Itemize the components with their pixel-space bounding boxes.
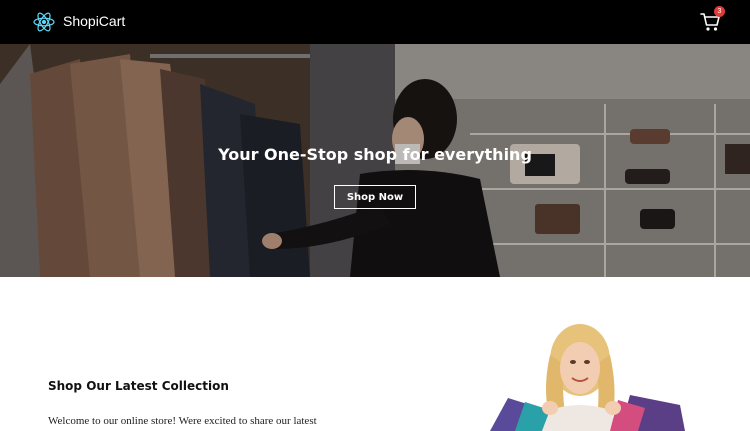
react-logo-icon[interactable] xyxy=(33,11,55,33)
shop-now-button[interactable]: Shop Now xyxy=(334,185,416,209)
brand-name[interactable]: ShopiCart xyxy=(63,13,125,30)
hero-title: Your One-Stop shop for everything xyxy=(218,145,532,164)
navbar: ShopiCart 3 xyxy=(0,0,750,44)
cart-count-badge: 3 xyxy=(714,6,725,17)
hero-banner: Your One-Stop shop for everything Shop N… xyxy=(0,44,750,277)
collection-description: Welcome to our online store! Were excite… xyxy=(48,415,317,427)
collection-heading: Shop Our Latest Collection xyxy=(48,379,229,393)
shopping-woman-image xyxy=(490,324,685,431)
